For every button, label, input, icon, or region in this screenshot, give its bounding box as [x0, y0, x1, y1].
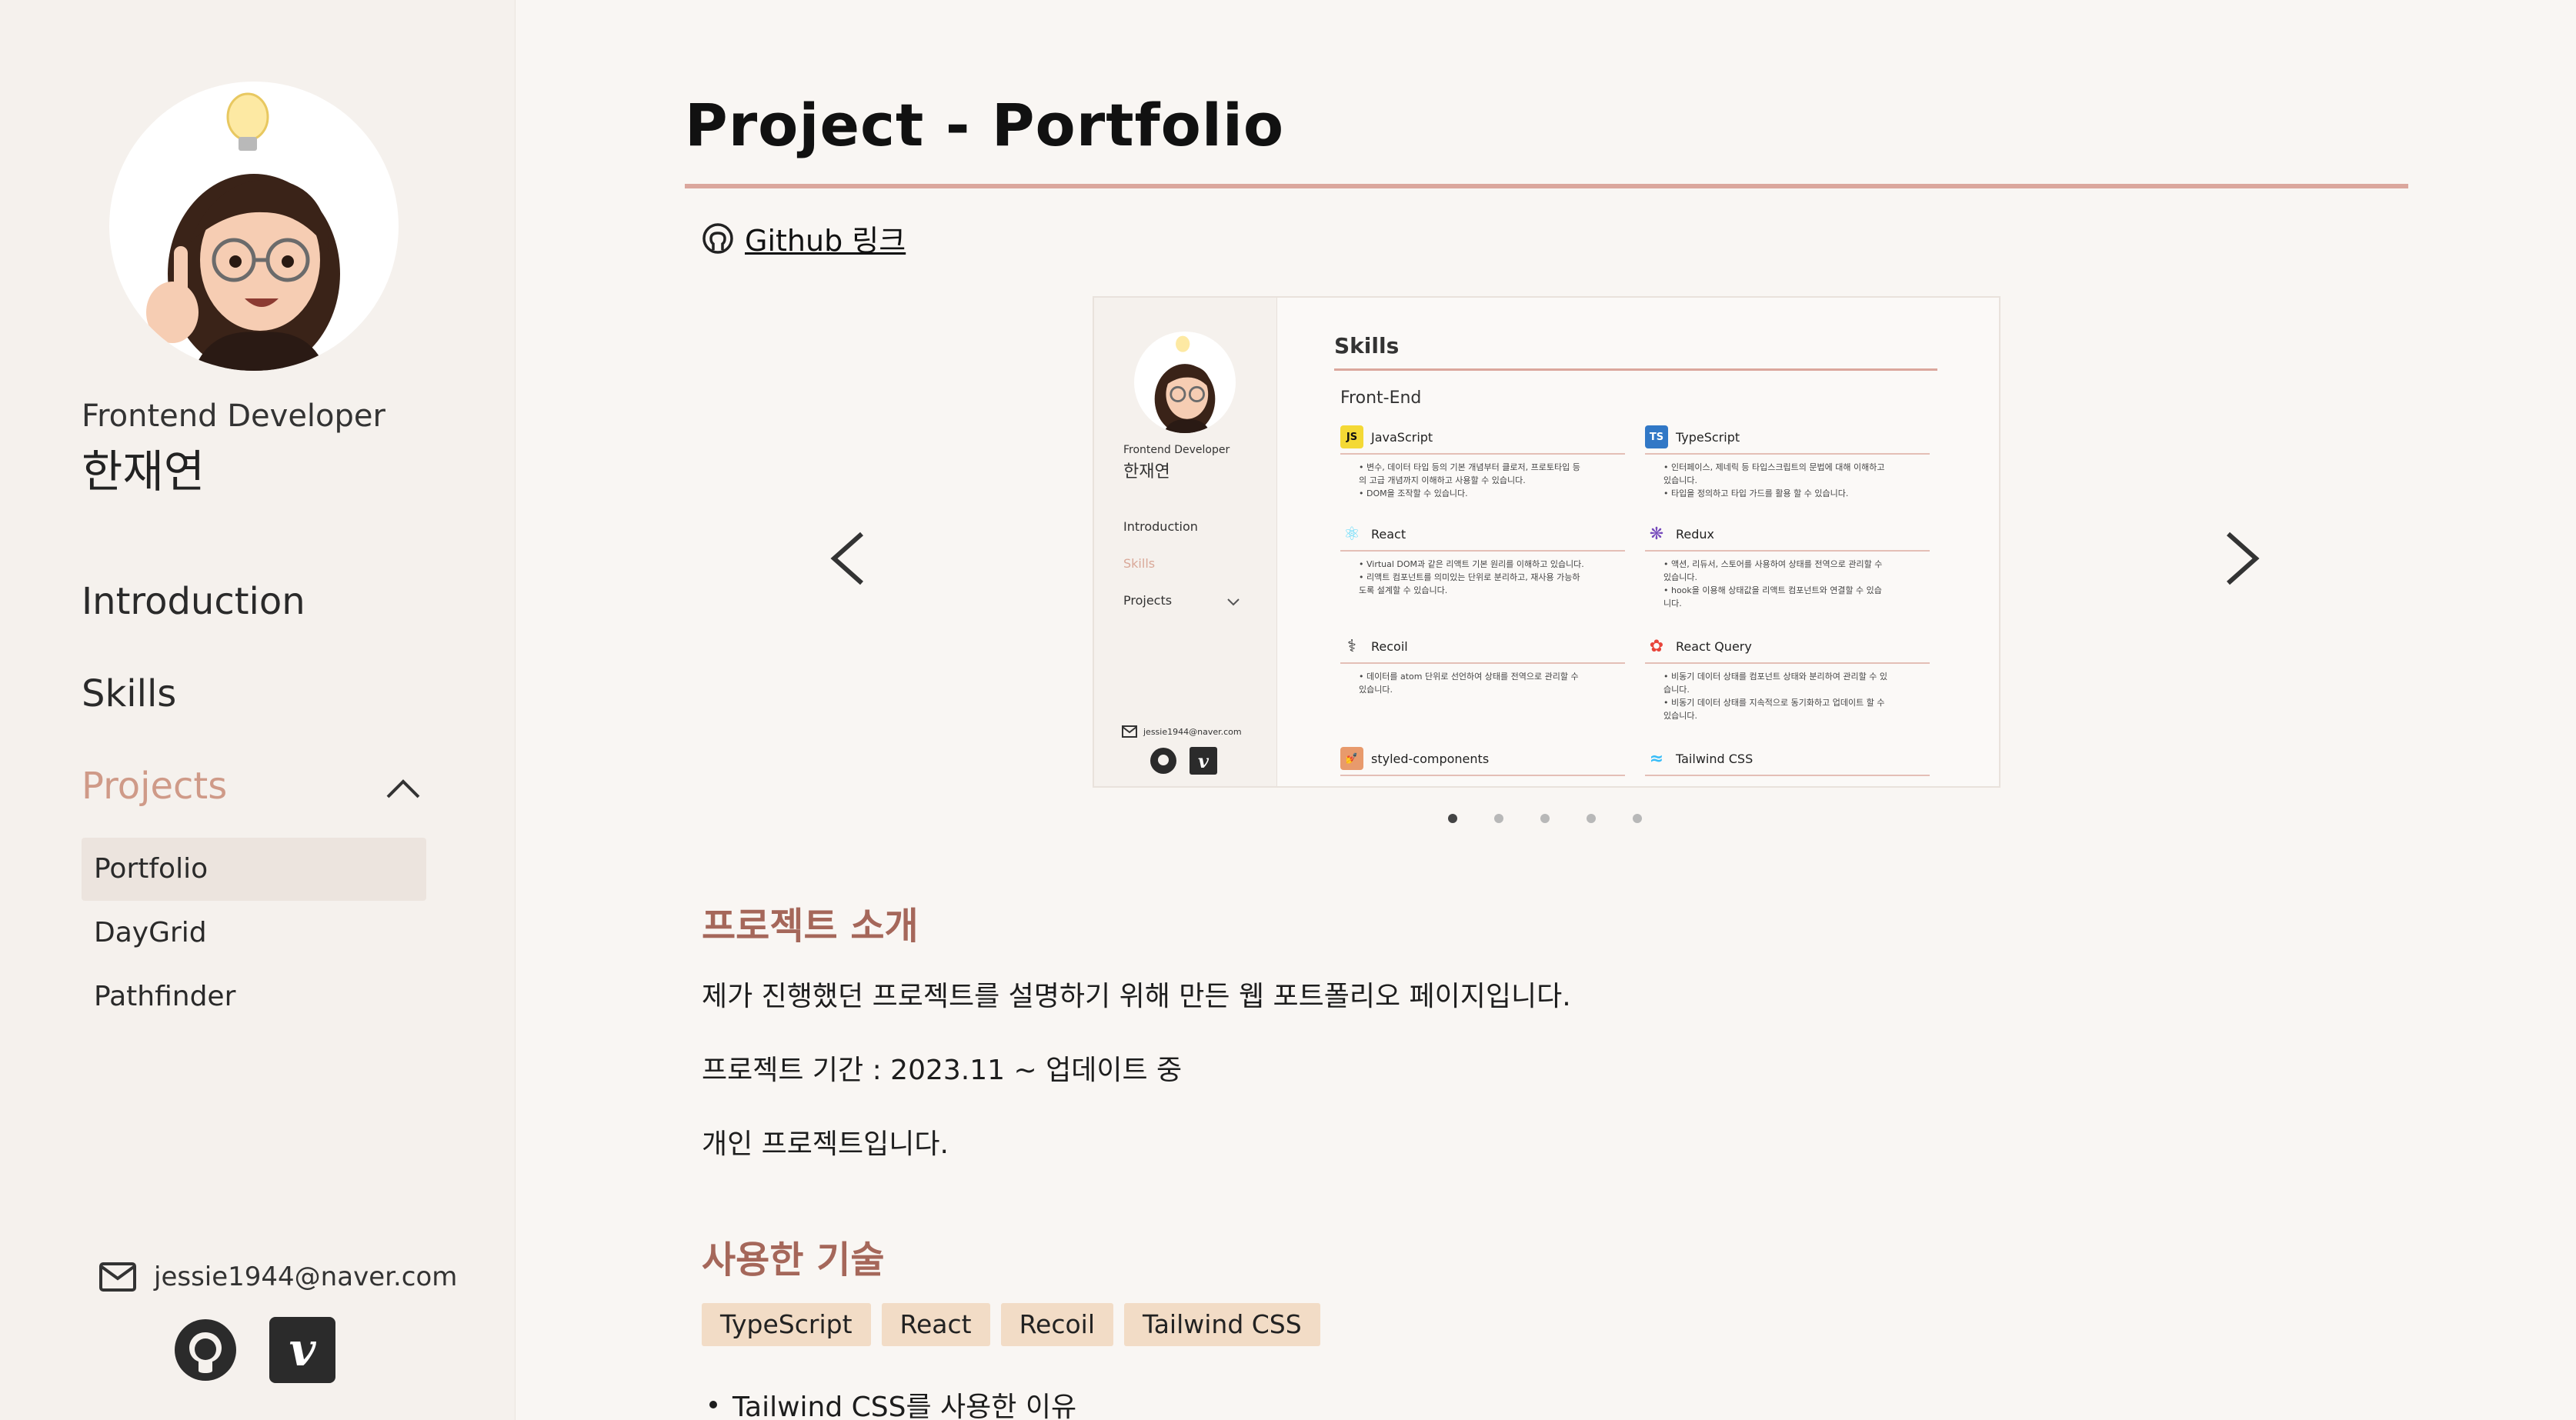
sidebar-item-daygrid[interactable]: DayGrid	[82, 902, 426, 965]
sidebar-name: 한재연	[82, 445, 205, 498]
slide-nav-skills: Skills	[1123, 556, 1156, 571]
nav-introduction[interactable]: Introduction	[82, 580, 305, 623]
slide-github-icon	[1150, 748, 1176, 774]
chevron-up-icon[interactable]	[385, 777, 422, 800]
page-title: Project - Portfolio	[685, 91, 1285, 159]
tag-tailwind: Tailwind CSS	[1124, 1303, 1320, 1346]
list-item-text: Tailwind CSS를 사용한 이유	[732, 1392, 1077, 1420]
carousel-prev-button[interactable]	[828, 531, 868, 586]
slide-vimeo-icon: v	[1190, 747, 1217, 775]
mail-icon	[99, 1262, 136, 1292]
slide-mail-icon	[1122, 725, 1137, 738]
slide-skill-recoil: ⚕ Recoil • 데이터를 atom 단위로 선언하여 상태를 전역으로 관리…	[1340, 635, 1625, 696]
sidebar-role: Frontend Developer	[82, 398, 385, 434]
project-type: 개인 프로젝트입니다.	[702, 1128, 949, 1160]
email-link[interactable]: jessie1944@naver.com	[98, 1262, 457, 1292]
recoil-icon: ⚕	[1347, 636, 1356, 656]
javascript-icon: JS	[1340, 425, 1363, 448]
slide-avatar	[1134, 332, 1236, 433]
social-links: v	[172, 1317, 335, 1383]
slide-heading: Skills	[1334, 333, 1400, 358]
carousel-dot[interactable]	[1587, 814, 1596, 823]
sidebar-item-pathfinder[interactable]: Pathfinder	[82, 965, 426, 1028]
nav-skills[interactable]: Skills	[82, 672, 176, 715]
slide-chevron-down-icon	[1227, 598, 1240, 606]
react-icon: ⚛	[1343, 523, 1360, 545]
slide-email: jessie1944@naver.com	[1122, 725, 1242, 738]
tech-heading: 사용한 기술	[702, 1238, 885, 1282]
typescript-icon: TS	[1645, 425, 1668, 448]
github-icon[interactable]	[172, 1317, 239, 1383]
slide-role: Frontend Developer	[1123, 444, 1230, 456]
react-query-icon: ✿	[1649, 636, 1664, 656]
slide-skill-react-query: ✿ React Query • 비동기 데이터 상태를 컴포넌트 상태와 분리하여…	[1645, 635, 1930, 722]
slide-subheading: Front-End	[1340, 388, 1422, 408]
tag-typescript: TypeScript	[702, 1303, 871, 1346]
tag-react: React	[881, 1303, 990, 1346]
slide-skill-react: ⚛ React • Virtual DOM과 같은 리액트 기본 원리를 이해하고…	[1340, 522, 1625, 597]
slide-sidebar: Frontend Developer 한재연 Introduction Skil…	[1094, 298, 1277, 786]
nav-projects[interactable]: Projects	[82, 765, 227, 808]
github-link[interactable]: Github 링크	[745, 217, 906, 259]
slide-skill-javascript: JS JavaScript • 변수, 데이터 타입 등의 기본 개념부터 클로저…	[1340, 425, 1625, 500]
tailwind-icon: ≈	[1649, 748, 1664, 768]
slide-nav-intro: Introduction	[1123, 519, 1198, 534]
slide-skill-typescript: TS TypeScript • 인터페이스, 제네릭 등 타입스크립트의 문법에 …	[1645, 425, 1930, 500]
carousel-dot[interactable]	[1633, 814, 1642, 823]
styled-components-icon: 💅	[1340, 747, 1363, 770]
github-icon	[702, 222, 733, 254]
slide-skill-tailwind: ≈ Tailwind CSS	[1645, 747, 1930, 776]
slide-nav-projects: Projects	[1123, 593, 1173, 608]
carousel-dot[interactable]	[1494, 814, 1503, 823]
intro-heading: 프로젝트 소개	[702, 905, 919, 948]
tech-tags: TypeScript React Recoil Tailwind CSS	[702, 1303, 1320, 1346]
email-text: jessie1944@naver.com	[154, 1262, 458, 1292]
memoji-avatar	[146, 92, 340, 371]
carousel-dots	[1448, 814, 1642, 823]
sidebar-item-portfolio[interactable]: Portfolio	[82, 838, 426, 901]
vimeo-icon[interactable]: v	[269, 1317, 335, 1383]
project-period: 프로젝트 기간 : 2023.11 ~ 업데이트 중	[702, 1055, 1183, 1086]
slide-skill-redux: ❋ Redux • 액션, 리듀서, 스토어를 사용하여 상태를 전역으로 관리할…	[1645, 522, 1930, 610]
redux-icon: ❋	[1649, 524, 1664, 544]
intro-paragraph: 제가 진행했던 프로젝트를 설명하기 위해 만든 웹 포트폴리오 페이지입니다.	[702, 981, 1571, 1012]
github-link-row[interactable]: Github 링크	[702, 217, 906, 259]
title-divider	[685, 184, 2408, 188]
carousel-dot[interactable]	[1448, 814, 1457, 823]
sidebar: Frontend Developer 한재연 Introduction Skil…	[0, 0, 516, 1420]
avatar	[109, 82, 399, 371]
carousel-slide-image: Frontend Developer 한재연 Introduction Skil…	[1093, 296, 2000, 788]
slide-heading-rule	[1334, 368, 1937, 371]
tag-recoil: Recoil	[1000, 1303, 1113, 1346]
bullet-dot	[709, 1401, 717, 1408]
carousel-next-button[interactable]	[2222, 531, 2262, 586]
slide-name: 한재연	[1123, 462, 1170, 482]
carousel-dot[interactable]	[1540, 814, 1550, 823]
list-item: Tailwind CSS를 사용한 이유	[709, 1385, 1076, 1420]
slide-skill-styled-components: 💅 styled-components	[1340, 747, 1625, 776]
